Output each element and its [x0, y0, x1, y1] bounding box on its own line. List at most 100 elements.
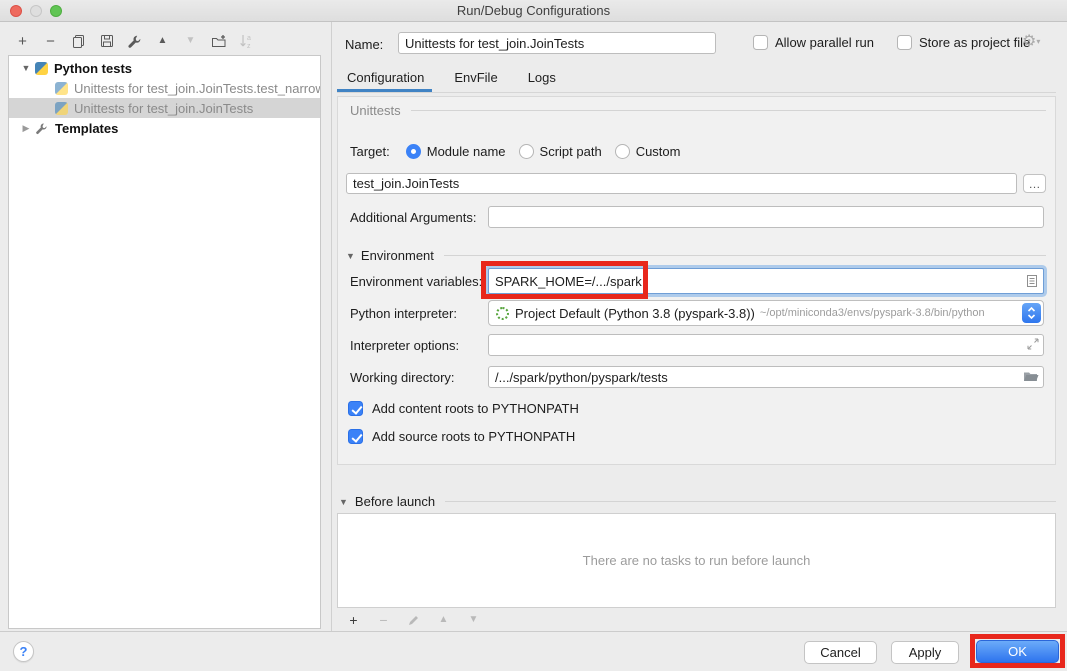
- cancel-button[interactable]: Cancel: [804, 641, 877, 664]
- interpreter-options-input[interactable]: [488, 334, 1044, 356]
- group-divider: [445, 501, 1056, 502]
- module-name-radio[interactable]: [406, 144, 421, 159]
- interpreter-env-icon: [496, 307, 509, 320]
- svg-text:a: a: [247, 35, 251, 42]
- browse-target-button[interactable]: …: [1023, 174, 1046, 193]
- python-interpreter-path: ~/opt/miniconda3/envs/pyspark-3.8/bin/py…: [760, 307, 985, 319]
- browse-folder-icon[interactable]: [1023, 370, 1039, 386]
- edit-templates-icon[interactable]: [126, 33, 143, 50]
- interpreter-options-label: Interpreter options:: [350, 338, 488, 353]
- environment-variables-input[interactable]: [489, 274, 1026, 289]
- environment-group-header[interactable]: ▼ Environment: [346, 248, 1046, 263]
- python-interpreter-label: Python interpreter:: [350, 306, 488, 321]
- sort-configurations-icon[interactable]: az: [238, 33, 255, 50]
- group-divider: [411, 110, 1046, 111]
- tab-logs[interactable]: Logs: [528, 70, 556, 85]
- name-label: Name:: [345, 37, 383, 52]
- custom-radio[interactable]: [615, 144, 630, 159]
- edit-variables-icon[interactable]: [1026, 274, 1038, 288]
- add-source-roots-label: Add source roots to PYTHONPATH: [372, 429, 575, 444]
- name-field-wrap: [398, 32, 716, 54]
- store-options-gear-icon[interactable]: ⚙▾: [1022, 31, 1040, 51]
- additional-arguments-input[interactable]: [488, 206, 1044, 228]
- environment-variables-field: [488, 268, 1044, 294]
- group-divider: [444, 255, 1046, 256]
- allow-parallel-run-option[interactable]: Allow parallel run: [753, 35, 874, 50]
- tree-item-python-tests[interactable]: ▼ Python tests: [9, 58, 320, 78]
- add-content-roots-label: Add content roots to PYTHONPATH: [372, 401, 579, 416]
- svg-text:z: z: [247, 43, 251, 49]
- python-tests-icon: [35, 62, 48, 75]
- store-as-project-file-checkbox[interactable]: [897, 35, 912, 50]
- collapse-triangle-icon[interactable]: ▼: [346, 251, 355, 261]
- interpreter-options-row: Interpreter options:: [350, 334, 1044, 356]
- apply-button[interactable]: Apply: [891, 641, 959, 664]
- script-path-label: Script path: [540, 144, 602, 159]
- add-source-roots-option[interactable]: Add source roots to PYTHONPATH: [348, 429, 575, 444]
- environment-variables-label: Environment variables:: [350, 274, 488, 289]
- python-test-icon: [55, 102, 68, 115]
- configuration-form: Unittests Target: Module name Script pat…: [337, 96, 1056, 465]
- script-path-radio[interactable]: [519, 144, 534, 159]
- store-as-project-file-option[interactable]: Store as project file: [897, 35, 1030, 50]
- tab-envfile[interactable]: EnvFile: [454, 70, 497, 85]
- working-directory-input[interactable]: [488, 366, 1044, 388]
- python-test-icon: [55, 82, 68, 95]
- edit-task-icon[interactable]: [405, 612, 422, 629]
- before-launch-label: Before launch: [355, 494, 435, 509]
- help-button[interactable]: ?: [13, 641, 34, 662]
- tab-bar: Configuration EnvFile Logs: [347, 70, 556, 85]
- save-configuration-icon[interactable]: [98, 33, 115, 50]
- add-content-roots-checkbox[interactable]: [348, 401, 363, 416]
- python-interpreter-dropdown[interactable]: Project Default (Python 3.8 (pyspark-3.8…: [488, 300, 1044, 326]
- name-input[interactable]: [398, 32, 716, 54]
- target-option-script-path[interactable]: Script path: [519, 144, 602, 159]
- before-launch-toolbar: + − ▲ ▼: [345, 611, 482, 629]
- add-task-button[interactable]: +: [345, 612, 362, 629]
- ok-button[interactable]: OK: [976, 640, 1059, 663]
- target-row: Target: Module name Script path Custom: [350, 141, 693, 161]
- tree-group-label: Python tests: [54, 61, 132, 76]
- panel-divider: [331, 22, 332, 631]
- target-field-wrap: [346, 173, 1017, 194]
- expand-field-icon[interactable]: [1027, 338, 1039, 353]
- add-configuration-button[interactable]: +: [14, 33, 31, 50]
- allow-parallel-run-checkbox[interactable]: [753, 35, 768, 50]
- target-input[interactable]: [346, 173, 1017, 194]
- add-content-roots-option[interactable]: Add content roots to PYTHONPATH: [348, 401, 579, 416]
- tree-item-unittests-jointests[interactable]: Unittests for test_join.JoinTests: [9, 98, 320, 118]
- new-folder-icon[interactable]: [210, 33, 227, 50]
- window-title: Run/Debug Configurations: [0, 3, 1067, 18]
- python-interpreter-value: Project Default (Python 3.8 (pyspark-3.8…: [515, 306, 755, 321]
- before-launch-header[interactable]: ▼ Before launch: [339, 494, 1056, 509]
- move-task-up-button[interactable]: ▲: [435, 612, 452, 629]
- additional-arguments-label: Additional Arguments:: [350, 210, 488, 225]
- expander-open-icon[interactable]: ▼: [17, 63, 35, 73]
- tree-item-label: Unittests for test_join.JoinTests: [74, 101, 253, 116]
- before-launch-empty-text: There are no tasks to run before launch: [583, 553, 811, 568]
- move-down-button[interactable]: ▼: [182, 33, 199, 50]
- unittests-group-label: Unittests: [350, 103, 401, 118]
- copy-configuration-icon[interactable]: [70, 33, 87, 50]
- remove-configuration-button[interactable]: −: [42, 33, 59, 50]
- configurations-toolbar: + − ▲ ▼ az: [14, 31, 255, 51]
- add-source-roots-checkbox[interactable]: [348, 429, 363, 444]
- dropdown-stepper-icon[interactable]: [1022, 303, 1041, 323]
- tree-item-unittests-test-narrow[interactable]: Unittests for test_join.JoinTests.test_n…: [9, 78, 320, 98]
- target-label: Target:: [350, 144, 390, 159]
- target-option-custom[interactable]: Custom: [615, 144, 681, 159]
- collapse-triangle-icon[interactable]: ▼: [339, 497, 348, 507]
- tab-configuration[interactable]: Configuration: [347, 70, 424, 85]
- python-interpreter-row: Python interpreter: Project Default (Pyt…: [350, 300, 1044, 326]
- move-up-button[interactable]: ▲: [154, 33, 171, 50]
- expander-closed-icon[interactable]: ▶: [17, 123, 35, 134]
- environment-group-label: Environment: [361, 248, 434, 263]
- tree-item-templates[interactable]: ▶ Templates: [9, 118, 320, 138]
- target-option-module-name[interactable]: Module name: [406, 144, 506, 159]
- footer-divider: [0, 631, 1067, 632]
- working-directory-row: Working directory:: [350, 366, 1044, 388]
- working-directory-label: Working directory:: [350, 370, 488, 385]
- templates-wrench-icon: [35, 122, 49, 135]
- move-task-down-button[interactable]: ▼: [465, 612, 482, 629]
- remove-task-button[interactable]: −: [375, 612, 392, 629]
